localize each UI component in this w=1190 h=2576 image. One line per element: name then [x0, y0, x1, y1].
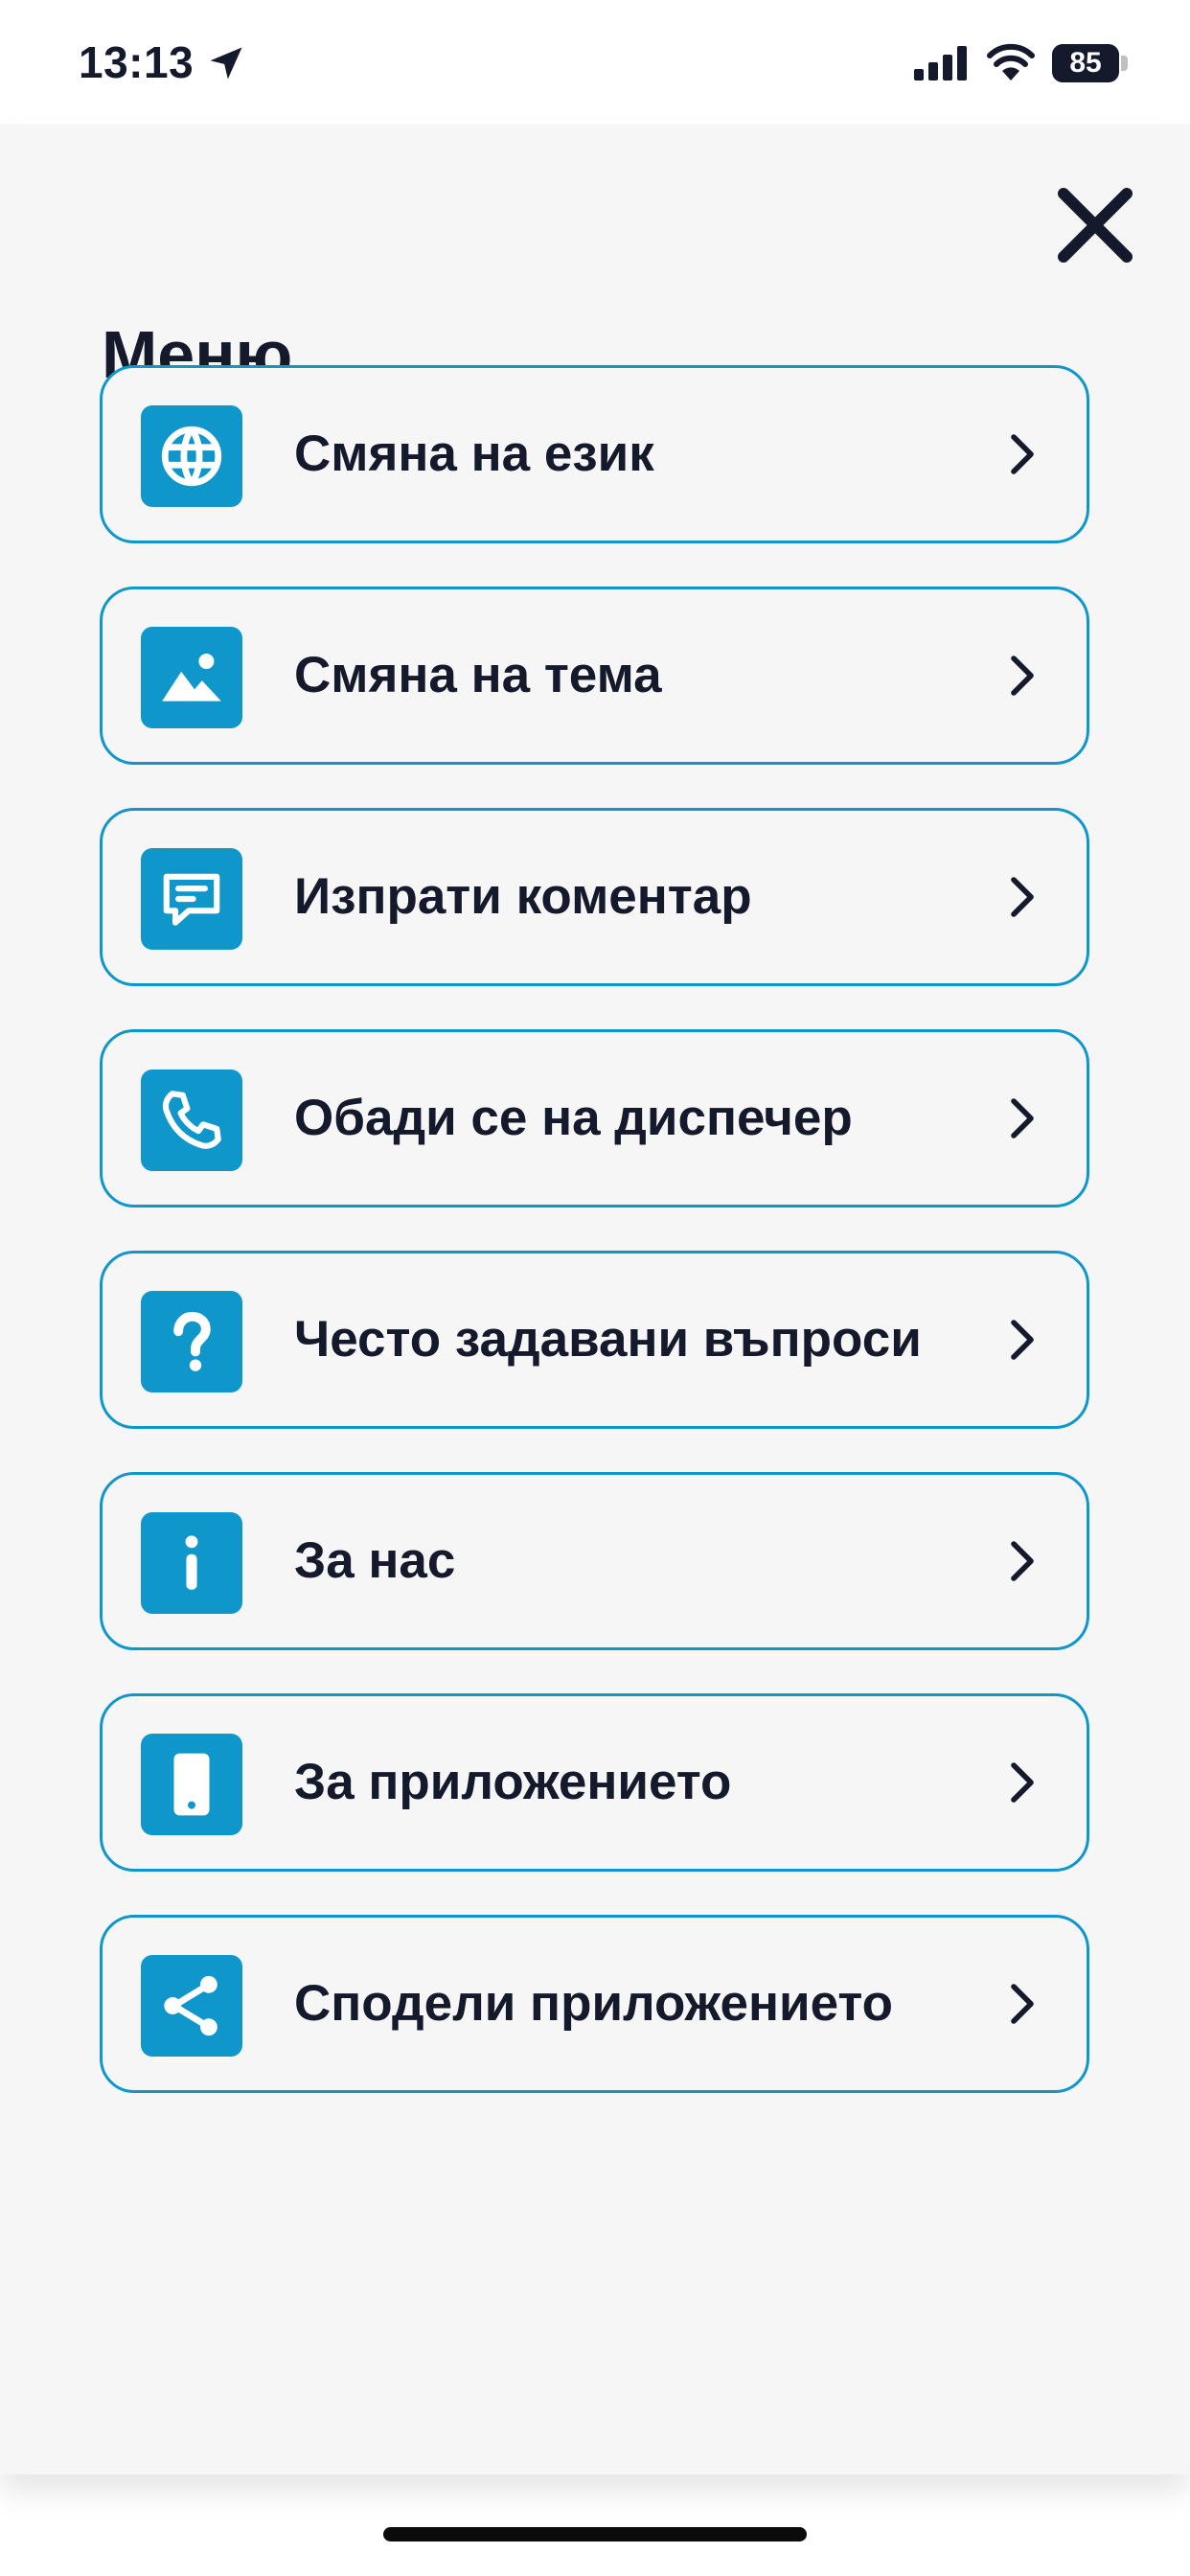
menu-item-label: Смяна на език — [294, 426, 654, 482]
chevron-right-icon — [1011, 877, 1034, 917]
chevron-right-icon — [1011, 434, 1034, 474]
menu-item-label: Сподели приложението — [294, 1975, 894, 2032]
menu-item-about-us[interactable]: За нас — [100, 1472, 1089, 1650]
close-icon[interactable] — [1050, 180, 1140, 270]
menu-item-faq[interactable]: Често задавани въпроси — [100, 1251, 1089, 1429]
menu-item-theme[interactable]: Смяна на тема — [100, 586, 1089, 765]
menu-item-label: За нас — [294, 1532, 456, 1589]
phone-icon — [141, 1070, 242, 1171]
home-indicator[interactable] — [383, 2527, 807, 2542]
menu-list: Смяна на език Смяна на тема Изпрати коме… — [100, 365, 1089, 2136]
chevron-right-icon — [1011, 656, 1034, 696]
chevron-right-icon — [1011, 1098, 1034, 1138]
menu-item-label: За приложението — [294, 1754, 732, 1810]
chevron-right-icon — [1011, 1984, 1034, 2024]
chevron-right-icon — [1011, 1320, 1034, 1360]
menu-item-share-app[interactable]: Сподели приложението — [100, 1915, 1089, 2093]
location-arrow-icon — [210, 47, 242, 80]
status-bar: 13:13 85 — [0, 0, 1190, 125]
battery-level: 85 — [1069, 47, 1102, 79]
chevron-right-icon — [1011, 1762, 1034, 1803]
globe-icon — [141, 405, 242, 507]
cellular-signal-icon — [914, 46, 967, 80]
menu-item-label: Често задавани въпроси — [294, 1311, 922, 1368]
menu-item-label: Изпрати коментар — [294, 868, 752, 925]
image-icon — [141, 627, 242, 728]
chevron-right-icon — [1011, 1541, 1034, 1581]
wifi-icon — [987, 43, 1035, 80]
menu-item-language[interactable]: Смяна на език — [100, 365, 1089, 543]
status-time: 13:13 — [79, 37, 195, 87]
share-icon — [141, 1955, 242, 2057]
info-icon — [141, 1512, 242, 1614]
menu-item-call-dispatcher[interactable]: Обади се на диспечер — [100, 1029, 1089, 1208]
menu-item-feedback[interactable]: Изпрати коментар — [100, 808, 1089, 986]
question-mark-icon — [141, 1291, 242, 1392]
mobile-phone-icon — [141, 1734, 242, 1835]
menu-item-label: Смяна на тема — [294, 647, 662, 703]
battery-icon: 85 — [1052, 44, 1129, 82]
menu-item-about-app[interactable]: За приложението — [100, 1693, 1089, 1872]
menu-item-label: Обади се на диспечер — [294, 1090, 853, 1146]
chat-bubble-icon — [141, 848, 242, 950]
